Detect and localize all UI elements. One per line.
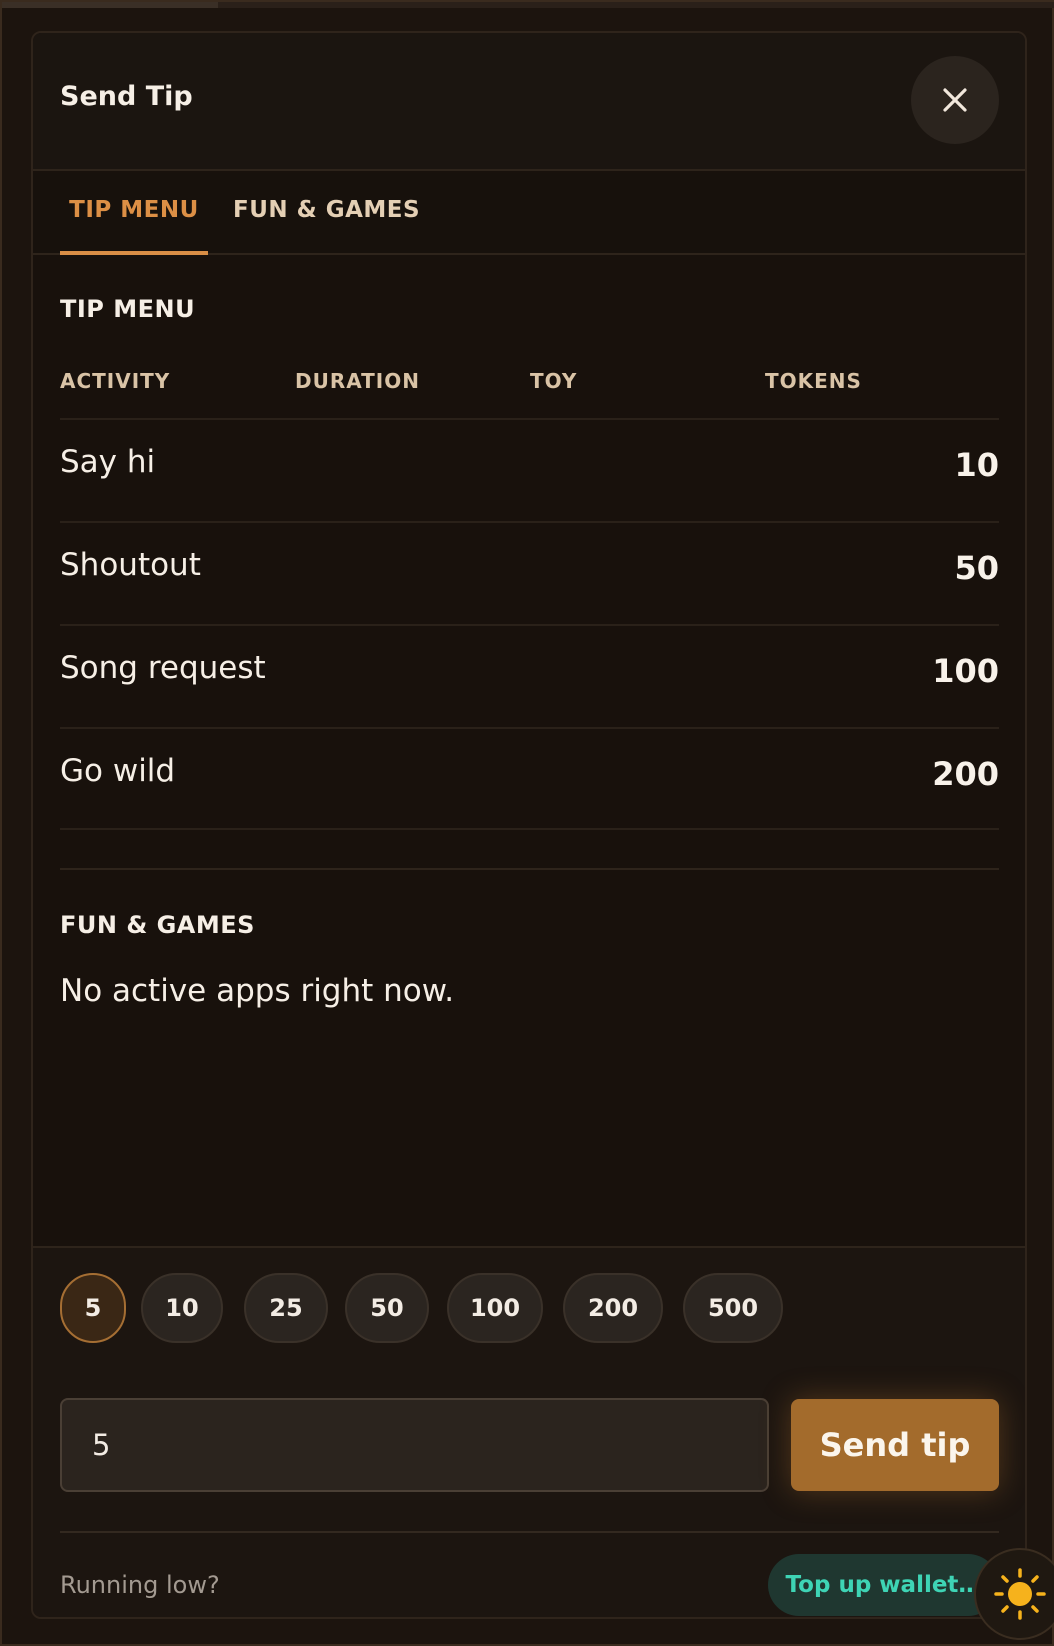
modal-title: Send Tip <box>60 81 193 112</box>
amount-chip-200[interactable]: 200 <box>563 1273 663 1343</box>
fun-games-heading: FUN & GAMES <box>60 911 255 939</box>
send-tip-modal: Send Tip TIP MENU FUN & GAMES TIP MENU A… <box>31 31 1027 1619</box>
top-bar-segment <box>2 2 218 8</box>
tab-bar: TIP MENU FUN & GAMES <box>33 173 1025 255</box>
tab-fun-games[interactable]: FUN & GAMES <box>233 173 420 255</box>
sun-icon <box>994 1568 1046 1620</box>
amount-chip-500[interactable]: 500 <box>683 1273 783 1343</box>
tip-menu-table: Say hi 10 Shoutout 50 Song request 100 G… <box>60 418 999 830</box>
amount-chip-100[interactable]: 100 <box>447 1273 543 1343</box>
column-header-activity: ACTIVITY <box>60 369 171 393</box>
empty-apps-message: No active apps right now. <box>60 973 455 1009</box>
send-tip-button[interactable]: Send tip <box>791 1399 999 1491</box>
footer-divider <box>60 1531 999 1533</box>
page-backdrop: Send Tip TIP MENU FUN & GAMES TIP MENU A… <box>0 0 1054 1646</box>
top-bar <box>2 2 1054 8</box>
section-divider <box>60 868 999 870</box>
modal-header: Send Tip <box>33 33 1025 171</box>
row-tokens: 50 <box>954 549 999 587</box>
tip-footer: 5 10 25 50 100 200 500 Send tip Running … <box>33 1246 1025 1617</box>
row-tokens: 100 <box>932 652 999 690</box>
row-activity: Song request <box>60 650 266 686</box>
table-row[interactable]: Go wild 200 <box>60 727 999 830</box>
amount-chip-50[interactable]: 50 <box>345 1273 429 1343</box>
close-button[interactable] <box>911 56 999 144</box>
table-row[interactable]: Shoutout 50 <box>60 521 999 624</box>
amount-chip-5[interactable]: 5 <box>60 1273 126 1343</box>
tip-menu-heading: TIP MENU <box>60 295 196 323</box>
row-tokens: 200 <box>932 755 999 793</box>
close-icon <box>943 88 967 112</box>
tip-amount-input[interactable] <box>60 1398 769 1492</box>
amount-chip-10[interactable]: 10 <box>141 1273 223 1343</box>
theme-toggle-button[interactable] <box>974 1548 1054 1640</box>
row-tokens: 10 <box>954 446 999 484</box>
running-low-text: Running low? <box>60 1571 220 1599</box>
tab-tip-menu[interactable]: TIP MENU <box>60 173 208 255</box>
row-activity: Shoutout <box>60 547 201 583</box>
row-activity: Go wild <box>60 753 176 789</box>
table-row[interactable]: Say hi 10 <box>60 418 999 521</box>
top-up-wallet-button[interactable]: Top up wallet… <box>768 1554 999 1616</box>
row-activity: Say hi <box>60 444 156 480</box>
column-header-duration: DURATION <box>295 369 420 393</box>
column-header-tokens: TOKENS <box>765 369 862 393</box>
amount-chip-25[interactable]: 25 <box>244 1273 328 1343</box>
table-row[interactable]: Song request 100 <box>60 624 999 727</box>
column-header-toy: TOY <box>530 369 578 393</box>
